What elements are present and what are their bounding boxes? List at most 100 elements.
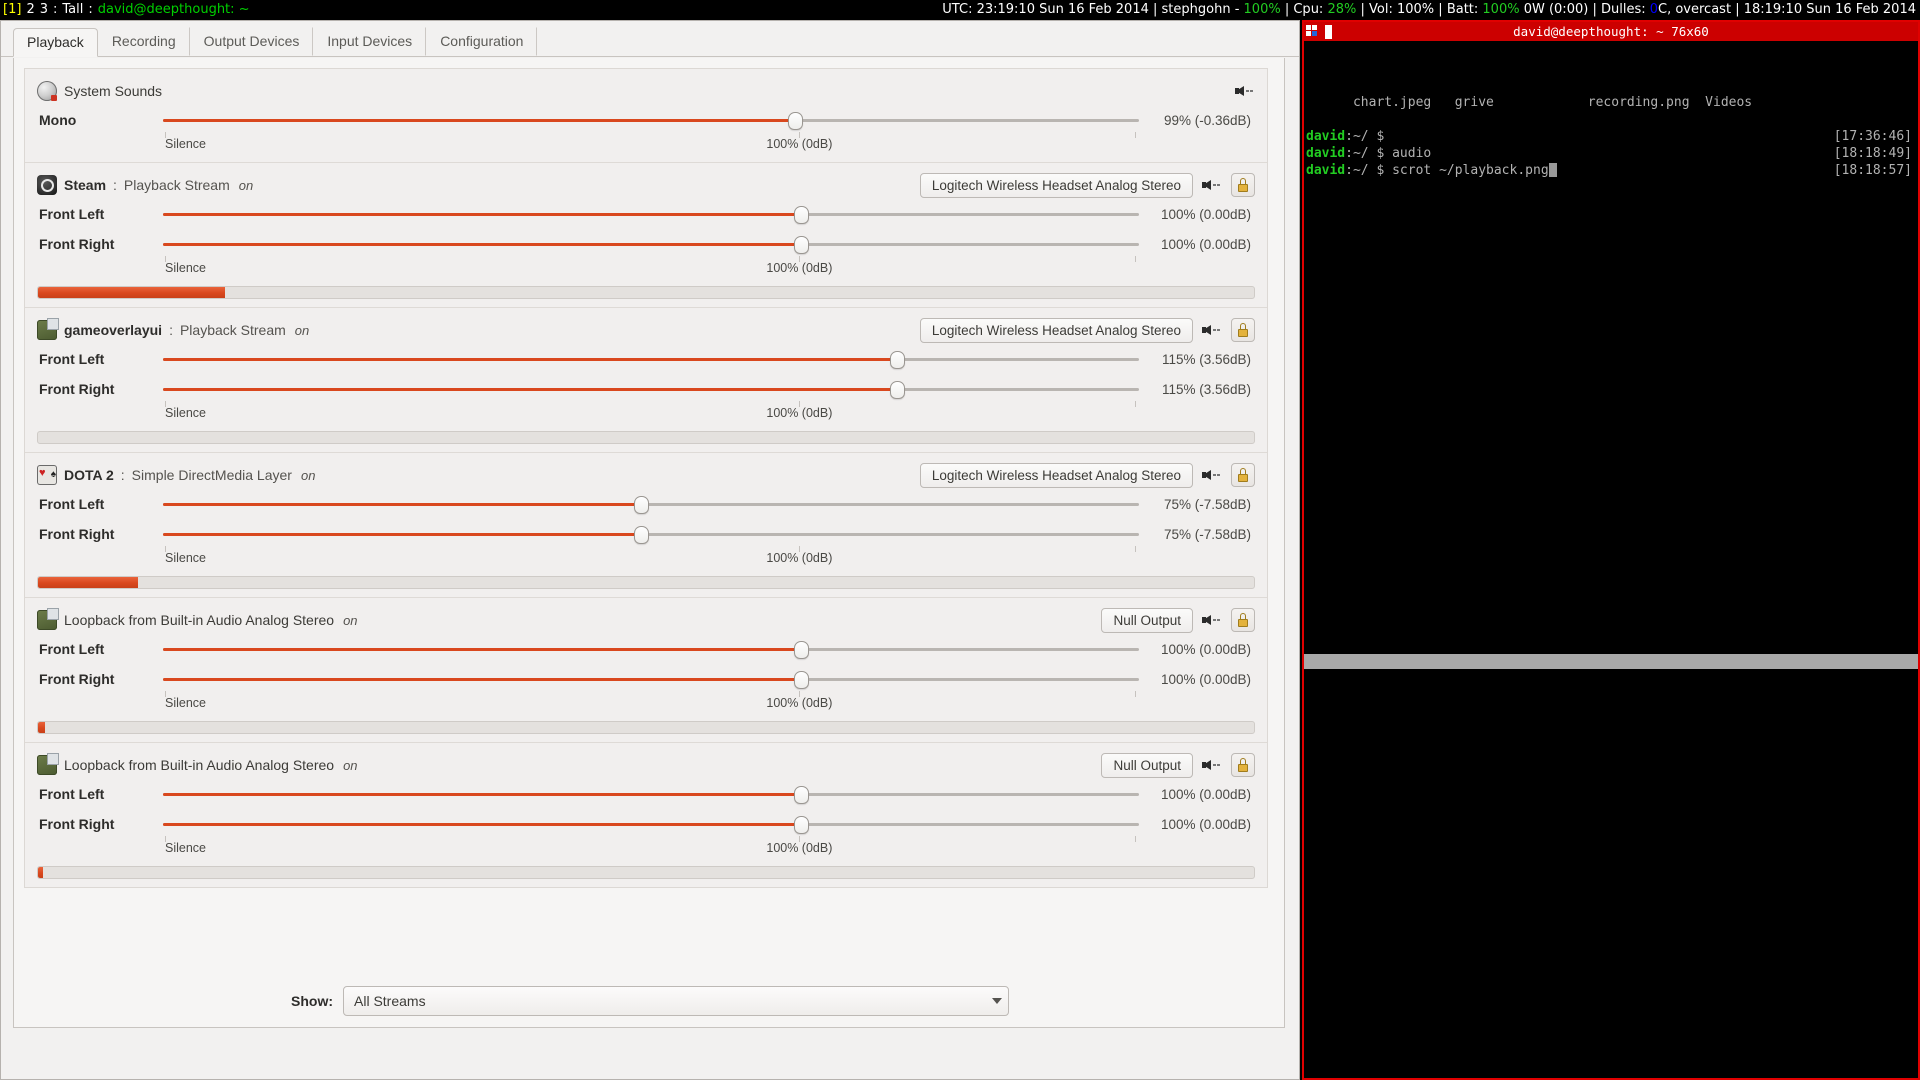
terminal-timestamp: [17:36:46]: [1833, 129, 1912, 144]
channel-volume-value: 115% (3.56dB): [1161, 351, 1251, 367]
volume-slider[interactable]: [163, 669, 1139, 689]
slider-fill: [163, 678, 801, 681]
loopback-icon: [37, 753, 59, 775]
stream-row: Loopback from Built-in Audio Analog Ster…: [25, 598, 1267, 743]
user-value: 100%: [1243, 2, 1281, 17]
cpu-value: 28%: [1327, 2, 1357, 17]
tab-output-devices[interactable]: Output Devices: [190, 27, 314, 56]
tab-input-devices[interactable]: Input Devices: [313, 27, 427, 56]
channel-row: Front Left 100% (0.00dB): [37, 200, 1255, 228]
workspace-tag-3[interactable]: 3: [40, 0, 48, 20]
channel-row: Front Left 100% (0.00dB): [37, 780, 1255, 808]
volume-slider[interactable]: [163, 814, 1139, 834]
channel-label: Front Right: [39, 381, 115, 397]
output-device-button[interactable]: Logitech Wireless Headset Analog Stereo: [919, 172, 1193, 198]
peak-level-bar: [38, 287, 226, 298]
mute-speaker-icon[interactable]: [1235, 82, 1255, 100]
peak-level-meter: [37, 286, 1255, 299]
statusbar-sep-2: :: [88, 2, 93, 17]
channel-label: Front Right: [39, 526, 115, 542]
tab-recording[interactable]: Recording: [98, 27, 190, 56]
output-device-button[interactable]: Null Output: [1101, 752, 1193, 778]
battery-rest: 0W (0:00): [1519, 2, 1589, 17]
channel-label: Front Right: [39, 816, 115, 832]
workspace-tag-1[interactable]: [1]: [3, 0, 21, 20]
user-label: stephgohn -: [1161, 2, 1244, 17]
terminal-window[interactable]: david@deepthought: ~ 76x60 chart.jpeg gr…: [1302, 20, 1920, 1080]
mute-speaker-icon[interactable]: [1202, 756, 1222, 774]
slider-handle[interactable]: [793, 816, 809, 834]
volume-slider[interactable]: [163, 349, 1139, 369]
volume-slider[interactable]: [163, 639, 1139, 659]
volume-slider[interactable]: [163, 524, 1139, 544]
workspace-tag-2[interactable]: 2: [26, 0, 34, 20]
stream-header-controls: Logitech Wireless Headset Analog Stereo: [919, 462, 1255, 488]
stream-subtitle: Simple DirectMedia Layer: [131, 467, 292, 483]
terminal-output[interactable]: chart.jpeg grive recording.png Videos da…: [1304, 41, 1918, 213]
scale-zero-db-label: 100% (0dB): [766, 261, 833, 275]
loopback-icon: [37, 608, 59, 630]
lock-channels-icon[interactable]: [1231, 318, 1255, 342]
stream-name-separator: :: [113, 177, 117, 193]
mute-speaker-icon[interactable]: [1202, 176, 1222, 194]
slider-handle[interactable]: [787, 112, 803, 130]
stream-header-controls: [1235, 82, 1255, 100]
stream-header: Loopback from Built-in Audio Analog Ster…: [37, 752, 1255, 778]
channel-label: Mono: [39, 112, 77, 128]
channel-volume-value: 100% (0.00dB): [1160, 206, 1251, 222]
volume-slider[interactable]: [163, 204, 1139, 224]
lock-channels-icon[interactable]: [1231, 463, 1255, 487]
system-sounds-icon: [37, 81, 57, 101]
slider-handle[interactable]: [793, 236, 809, 254]
output-device-button[interactable]: Logitech Wireless Headset Analog Stereo: [919, 462, 1193, 488]
volume-slider[interactable]: [163, 379, 1139, 399]
slider-handle[interactable]: [793, 671, 809, 689]
volume-scale: Silence 100% (0dB): [165, 401, 1136, 423]
lock-channels-icon[interactable]: [1231, 173, 1255, 197]
stream-header: System Sounds: [37, 79, 1255, 103]
stream-subtitle: Playback Stream: [179, 322, 286, 338]
stream-subtitle: Playback Stream: [123, 177, 230, 193]
volume-slider[interactable]: [163, 234, 1139, 254]
channel-volume-value: 100% (0.00dB): [1160, 671, 1251, 687]
tab-playback[interactable]: Playback: [13, 28, 98, 57]
slider-fill: [163, 243, 801, 246]
slider-handle[interactable]: [793, 786, 809, 804]
volume-slider[interactable]: [163, 110, 1139, 130]
mute-speaker-icon[interactable]: [1202, 611, 1222, 629]
slider-handle[interactable]: [634, 496, 650, 514]
stream-app-name: gameoverlayui: [64, 322, 163, 338]
terminal-prompt: :~/ $: [1345, 129, 1385, 144]
scale-min-label: Silence: [165, 696, 206, 710]
volume-slider[interactable]: [163, 494, 1139, 514]
scale-zero-db-label: 100% (0dB): [766, 137, 833, 151]
show-filter-select[interactable]: All Streams: [343, 986, 1009, 1016]
slider-handle[interactable]: [889, 351, 905, 369]
peak-level-meter: [37, 431, 1255, 444]
mute-speaker-icon[interactable]: [1202, 466, 1222, 484]
lock-channels-icon[interactable]: [1231, 753, 1255, 777]
layout-indicator[interactable]: Tall: [62, 0, 83, 20]
volume-scale: Silence 100% (0dB): [165, 691, 1136, 713]
peak-level-meter: [37, 866, 1255, 879]
channel-row: Front Left 100% (0.00dB): [37, 635, 1255, 663]
slider-handle[interactable]: [793, 206, 809, 224]
slider-handle[interactable]: [634, 526, 650, 544]
lock-channels-icon[interactable]: [1231, 608, 1255, 632]
peak-level-bar: [38, 722, 46, 733]
channel-label: Front Right: [39, 671, 115, 687]
output-device-button[interactable]: Logitech Wireless Headset Analog Stereo: [919, 317, 1193, 343]
steam-icon: [37, 175, 57, 195]
slider-handle[interactable]: [793, 641, 809, 659]
tab-configuration[interactable]: Configuration: [426, 27, 538, 56]
output-device-button[interactable]: Null Output: [1101, 607, 1193, 633]
volume-slider[interactable]: [163, 784, 1139, 804]
channel-label: Front Left: [39, 641, 105, 657]
terminal-line: david:~/ $ [17:36:46]: [1306, 128, 1918, 145]
terminal-command: scrot ~/playback.png: [1384, 163, 1549, 178]
slider-handle[interactable]: [889, 381, 905, 399]
weather-value: 0: [1649, 2, 1659, 17]
stream-header-controls: Null Output: [1101, 607, 1255, 633]
stream-row: DOTA 2: Simple DirectMedia Layer on Logitec…: [25, 453, 1267, 598]
mute-speaker-icon[interactable]: [1202, 321, 1222, 339]
